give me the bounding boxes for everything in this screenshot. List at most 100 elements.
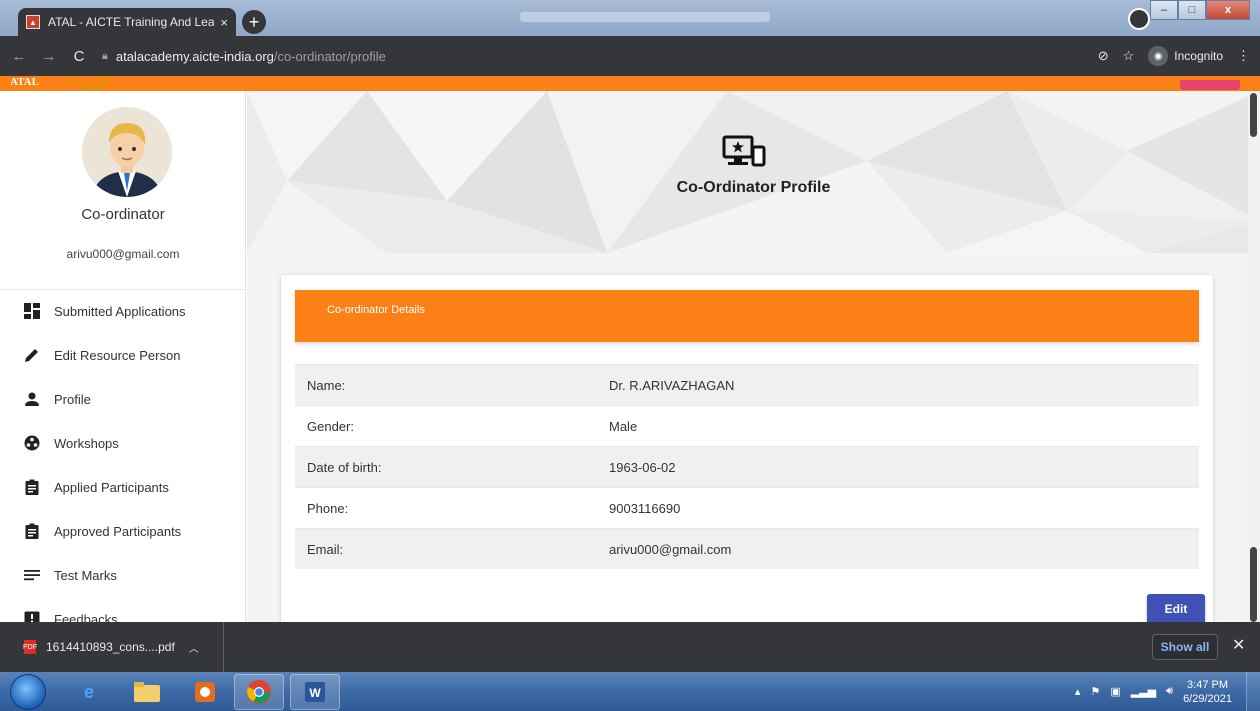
forward-icon[interactable]: → xyxy=(38,48,60,65)
show-all-button[interactable]: Show all xyxy=(1152,634,1218,660)
site-favicon-icon: ▲ xyxy=(26,15,40,29)
incognito-badge[interactable]: ◉ Incognito xyxy=(1148,46,1223,66)
sidebar-item-label: Approved Participants xyxy=(54,523,182,539)
row-value: Dr. R.ARIVAZHAGAN xyxy=(609,377,735,393)
row-label: Phone: xyxy=(307,500,349,516)
tray-flag-icon[interactable]: ⚑ xyxy=(1090,685,1100,698)
system-tray: ▴ ⚑ ▣ ▂▃▅ 🔊︎ 3:47 PM 6/29/2021 xyxy=(1075,672,1232,711)
header-action-button[interactable] xyxy=(1180,80,1240,90)
pencil-icon xyxy=(24,347,40,363)
list-icon xyxy=(24,567,40,583)
tab-close-icon[interactable]: × xyxy=(220,15,228,30)
minimize-button[interactable]: – xyxy=(1150,0,1178,20)
profile-hero: Co-Ordinator Profile xyxy=(247,91,1260,253)
table-row: Gender: Male xyxy=(295,405,1199,446)
pdf-file-icon: PDF xyxy=(23,640,37,654)
clock[interactable]: 3:47 PM 6/29/2021 xyxy=(1183,678,1232,706)
show-desktop-button[interactable] xyxy=(1246,672,1260,711)
avatar xyxy=(82,107,172,197)
sidebar-item-approved-participants[interactable]: Approved Participants xyxy=(0,509,245,553)
maximize-button[interactable]: □ xyxy=(1178,0,1206,20)
word-icon[interactable]: W xyxy=(290,674,340,710)
sidebar-item-profile[interactable]: Profile xyxy=(0,377,245,421)
edit-button[interactable]: Edit xyxy=(1147,594,1205,622)
windows-taskbar: e W ▴ ⚑ ▣ ▂▃▅ 🔊︎ 3:47 PM 6/29/2021 xyxy=(0,672,1260,711)
network-icon[interactable]: ▂▃▅ xyxy=(1131,685,1156,698)
tray-device-icon[interactable]: ▣ xyxy=(1110,685,1120,698)
sidebar-item-label: Workshops xyxy=(54,435,119,451)
back-icon[interactable]: ← xyxy=(8,48,30,65)
feedback-icon xyxy=(24,611,40,622)
person-icon xyxy=(24,391,40,407)
assignment-icon xyxy=(24,523,40,539)
volume-icon[interactable]: 🔊︎ xyxy=(1166,685,1173,698)
sidebar-item-label: Profile xyxy=(54,391,91,407)
download-bar: PDF 1614410893_cons....pdf ︿ Show all ✕ xyxy=(0,622,1260,672)
sidebar-item-applied-participants[interactable]: Applied Participants xyxy=(0,465,245,509)
svg-text:W: W xyxy=(309,686,321,700)
close-window-button[interactable]: x xyxy=(1206,0,1250,20)
workshop-icon xyxy=(24,435,40,451)
sidebar-item-label: Submitted Applications xyxy=(54,303,186,319)
reload-icon[interactable]: C xyxy=(68,48,90,65)
scrollbar-thumb[interactable] xyxy=(1250,547,1257,622)
sidebar-item-edit-resource-person[interactable]: Edit Resource Person xyxy=(0,333,245,377)
file-explorer-icon[interactable] xyxy=(122,674,172,710)
browser-tab[interactable]: ▲ ATAL - AICTE Training And Learni × xyxy=(18,8,236,36)
row-label: Gender: xyxy=(307,418,354,434)
table-row: Email: arivu000@gmail.com xyxy=(295,528,1199,569)
table-row: Phone: 9003116690 xyxy=(295,487,1199,528)
card-header: Co-ordinator Details xyxy=(295,290,1199,342)
main-content: Co-Ordinator Profile Co-ordinator Detail… xyxy=(247,91,1260,622)
user-email: arivu000@gmail.com xyxy=(66,247,180,261)
url-path: /co-ordinator/profile xyxy=(273,48,386,64)
sidebar-item-test-marks[interactable]: Test Marks xyxy=(0,553,245,597)
tab-title: ATAL - AICTE Training And Learni xyxy=(48,15,215,29)
download-file-name: 1614410893_cons....pdf xyxy=(46,640,175,654)
sidebar-item-workshops[interactable]: Workshops xyxy=(0,421,245,465)
assignment-icon xyxy=(24,479,40,495)
start-button[interactable] xyxy=(10,674,46,710)
clock-time: 3:47 PM xyxy=(1187,678,1229,691)
window-titlebar: ▲ ATAL - AICTE Training And Learni × + –… xyxy=(0,0,1260,36)
star-icon[interactable]: ☆ xyxy=(1123,48,1135,64)
menu-kebab-icon[interactable]: ⋮ xyxy=(1237,48,1250,64)
sidebar: Co-ordinator arivu000@gmail.com Submitte… xyxy=(0,91,246,622)
sidebar-item-feedbacks[interactable]: Feedbacks xyxy=(0,597,245,623)
window-controls: – □ x xyxy=(1150,0,1250,20)
internet-explorer-icon[interactable]: e xyxy=(64,674,114,710)
sidebar-item-label: Test Marks xyxy=(54,567,117,583)
chevron-up-icon[interactable]: ︿ xyxy=(189,640,199,655)
close-download-bar-icon[interactable]: ✕ xyxy=(1232,635,1245,655)
scrollbar-thumb[interactable] xyxy=(1250,93,1257,137)
table-row: Name: Dr. R.ARIVAZHAGAN xyxy=(295,364,1199,405)
site-logo-text: ATAL xyxy=(10,76,39,88)
row-label: Email: xyxy=(307,541,344,557)
media-player-icon[interactable] xyxy=(180,674,230,710)
address-bar: ← → C 🔒︎ atalacademy.aicte-india.org/co-… xyxy=(0,36,1260,76)
sidebar-item-label: Edit Resource Person xyxy=(54,347,181,363)
sidebar-item-label: Applied Participants xyxy=(54,479,169,495)
download-item[interactable]: PDF 1614410893_cons....pdf ︿ xyxy=(0,622,224,672)
new-tab-button[interactable]: + xyxy=(242,10,266,34)
row-label: Name: xyxy=(307,377,346,393)
lock-icon: 🔒︎ xyxy=(102,49,108,62)
page-scrollbar[interactable] xyxy=(1248,91,1260,622)
table-row: Date of birth: 1963-06-02 xyxy=(295,446,1199,487)
chrome-profile-icon[interactable] xyxy=(1128,8,1150,30)
tracking-blocked-icon[interactable]: ⊘ xyxy=(1098,48,1109,64)
user-role: Co-ordinator xyxy=(81,206,165,223)
row-value: arivu000@gmail.com xyxy=(609,541,732,557)
sidebar-item-submitted-applications[interactable]: Submitted Applications xyxy=(0,289,245,333)
sidebar-item-label: Feedbacks xyxy=(54,611,118,623)
row-value: 9003116690 xyxy=(609,500,681,516)
url-field[interactable]: 🔒︎ atalacademy.aicte-india.org/co-ordina… xyxy=(102,49,386,64)
row-value: Male xyxy=(609,418,638,434)
blurred-window-title xyxy=(520,12,770,22)
details-table: Name: Dr. R.ARIVAZHAGAN Gender: Male Dat… xyxy=(295,364,1199,569)
chrome-icon[interactable] xyxy=(234,674,284,710)
row-value: 1963-06-02 xyxy=(609,459,676,475)
url-host: atalacademy.aicte-india.org xyxy=(115,48,274,64)
tray-expand-icon[interactable]: ▴ xyxy=(1075,685,1081,698)
dashboard-icon xyxy=(24,303,40,319)
